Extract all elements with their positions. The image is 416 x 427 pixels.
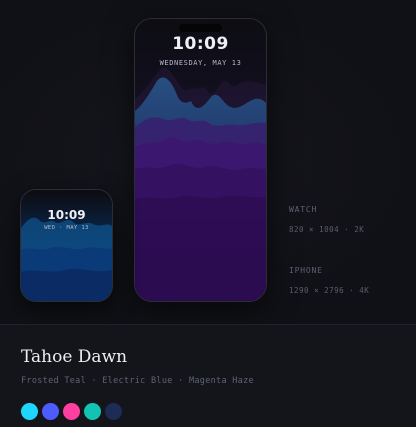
spec-label: IPHONE [289,266,323,275]
watch-clock: 10:09 [47,208,86,222]
theme-info-panel: Tahoe Dawn Frosted Teal · Electric Blue … [0,324,416,427]
watch-wallpaper [21,190,112,301]
watch-mockup: 10:09 WED · MAY 13 [20,189,113,302]
phone-date: WEDNESDAY, MAY 13 [159,59,242,67]
theme-title: Tahoe Dawn [21,347,128,367]
color-swatches [21,403,122,420]
navy-swatch[interactable] [105,403,122,420]
dynamic-island [179,24,222,32]
iphone-mockup: 10:09 WEDNESDAY, MAY 13 [134,18,267,302]
watch-date: WED · MAY 13 [44,225,89,231]
watch-spec: WATCH 820 × 1004 · 2K [289,205,364,234]
wallpaper-preview-area: 10:09 WEDNESDAY, MAY 13 10:09 WED · MAY … [0,0,416,324]
blue-swatch[interactable] [42,403,59,420]
iphone-spec: IPHONE 1290 × 2796 · 4K [289,266,369,295]
magenta-swatch[interactable] [63,403,80,420]
spec-value: 1290 × 2796 · 4K [289,286,370,295]
spec-label: WATCH [289,205,318,214]
cyan-swatch[interactable] [21,403,38,420]
teal-swatch[interactable] [84,403,101,420]
theme-color-names: Frosted Teal · Electric Blue · Magenta H… [21,376,254,386]
phone-clock: 10:09 [172,34,229,54]
spec-value: 820 × 1004 · 2K [289,225,365,234]
